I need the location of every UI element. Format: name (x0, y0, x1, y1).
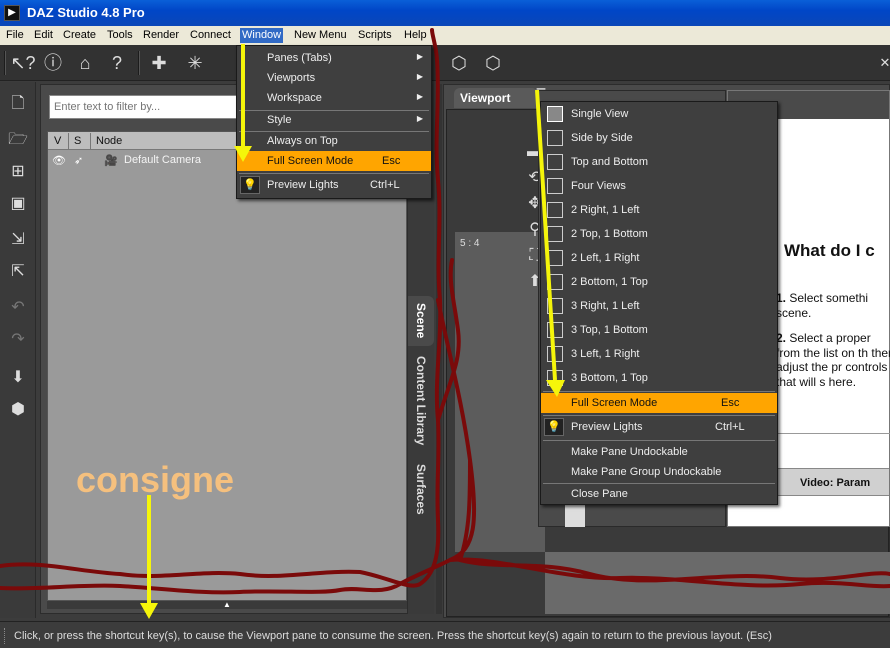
yellow-arrow-shaft (147, 495, 151, 605)
yellow-arrow-head-icon (140, 603, 158, 619)
yellow-diagonal-arrow (535, 89, 565, 397)
annotation-label: consigne (76, 459, 235, 500)
